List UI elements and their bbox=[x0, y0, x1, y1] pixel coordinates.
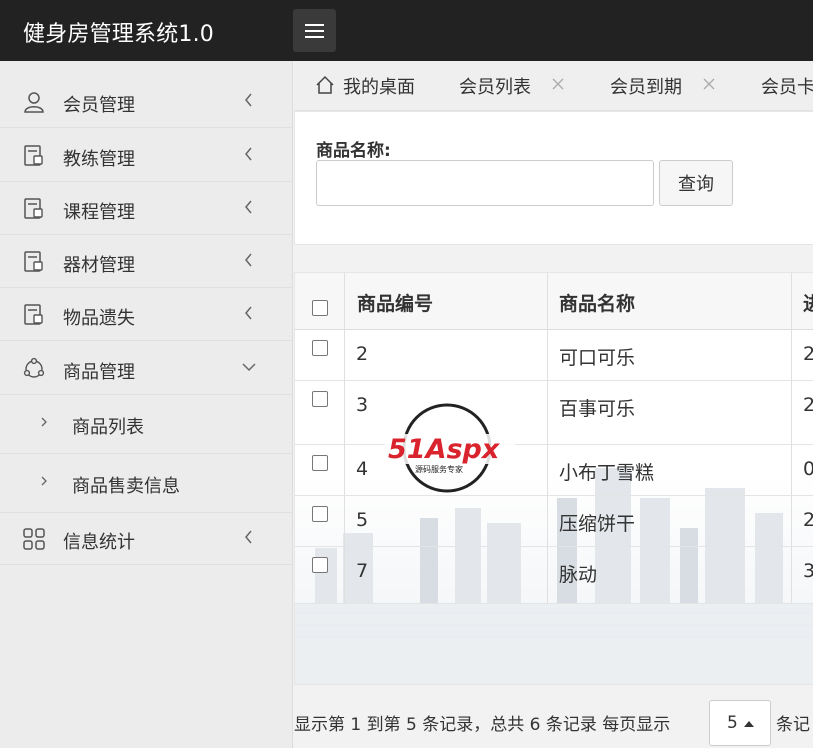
cell-product-id: 3 bbox=[356, 394, 369, 416]
cell-product-id: 2 bbox=[356, 343, 369, 365]
tab-my-desktop[interactable]: 我的桌面 bbox=[343, 73, 415, 101]
sidebar-item-statistics[interactable]: 信息统计 bbox=[0, 512, 293, 565]
cell-third: 2 bbox=[803, 343, 813, 365]
product-name-input[interactable] bbox=[316, 160, 654, 206]
sidebar-item-courses[interactable]: 课程管理 bbox=[0, 182, 293, 235]
chevron-left-icon bbox=[245, 200, 252, 214]
column-header-product-id[interactable]: 商品编号 bbox=[357, 289, 433, 316]
pagination-tail: 条记 bbox=[776, 715, 810, 735]
caret-up-icon bbox=[744, 721, 754, 727]
document-icon bbox=[24, 251, 43, 272]
home-icon bbox=[316, 75, 334, 94]
product-table-panel: 商品编号 商品名称 进 2 可口可乐 2 3 百事可乐 2 4 小布丁雪糕 0 … bbox=[294, 272, 813, 685]
cell-third: 3 bbox=[803, 560, 813, 582]
cell-product-name: 小布丁雪糕 bbox=[559, 462, 655, 484]
sidebar-item-label: 信息统计 bbox=[63, 532, 135, 553]
chevron-right-icon bbox=[41, 476, 47, 486]
table-row: 3 百事可乐 2 bbox=[295, 381, 813, 445]
cell-third: 0 bbox=[803, 458, 813, 480]
page-size-value: 5 bbox=[727, 713, 738, 733]
row-checkbox[interactable] bbox=[312, 506, 328, 522]
user-icon bbox=[24, 92, 44, 113]
row-checkbox[interactable] bbox=[312, 455, 328, 471]
chevron-left-icon bbox=[245, 306, 252, 320]
cell-product-name: 脉动 bbox=[559, 564, 598, 586]
sidebar-item-label: 教练管理 bbox=[63, 149, 135, 170]
pagination-summary: 显示第 1 到第 5 条记录，总共 6 条记录 每页显示 bbox=[294, 715, 671, 735]
cell-product-id: 5 bbox=[356, 509, 369, 531]
chevron-left-icon bbox=[245, 147, 252, 161]
table-row: 2 可口可乐 2 bbox=[295, 330, 813, 381]
watermark-logo: 51Aspx 源码服务专家 bbox=[385, 403, 515, 493]
sidebar-subitem-label: 商品列表 bbox=[72, 417, 144, 438]
hamburger-icon bbox=[305, 24, 324, 26]
document-icon bbox=[24, 145, 43, 166]
tab-member-expiry[interactable]: 会员到期 bbox=[610, 73, 682, 101]
row-checkbox[interactable] bbox=[312, 557, 328, 573]
tab-member-card[interactable]: 会员卡 bbox=[761, 73, 813, 101]
table-row: 7 脉动 3 bbox=[295, 547, 813, 604]
sidebar-subitem-label: 商品售卖信息 bbox=[72, 476, 180, 497]
page-size-select[interactable]: 5 bbox=[709, 700, 771, 746]
tab-member-list[interactable]: 会员列表 bbox=[459, 73, 531, 101]
search-label: 商品名称: bbox=[316, 141, 391, 161]
sidebar-subitem-product-list[interactable]: 商品列表 bbox=[0, 395, 293, 454]
table-row: 4 小布丁雪糕 0 bbox=[295, 445, 813, 496]
table-row: 5 压缩饼干 2 bbox=[295, 496, 813, 547]
cell-product-name: 压缩饼干 bbox=[559, 513, 636, 535]
hamburger-icon-bar bbox=[305, 30, 324, 32]
document-icon bbox=[24, 304, 43, 325]
sidebar-item-label: 器材管理 bbox=[63, 255, 135, 276]
sidebar-item-products[interactable]: 商品管理 bbox=[0, 342, 293, 395]
hamburger-menu-button[interactable] bbox=[293, 9, 336, 52]
sidebar-item-members[interactable]: 会员管理 bbox=[0, 75, 293, 128]
select-all-checkbox[interactable] bbox=[312, 300, 328, 316]
sidebar-item-coaches[interactable]: 教练管理 bbox=[0, 129, 293, 182]
search-panel: 商品名称: 查询 bbox=[294, 111, 813, 245]
sidebar-item-equipment[interactable]: 器材管理 bbox=[0, 235, 293, 288]
column-divider bbox=[344, 273, 345, 604]
sidebar-item-label: 课程管理 bbox=[63, 202, 135, 223]
column-divider bbox=[547, 273, 548, 604]
app-title: 健身房管理系统1.0 bbox=[23, 22, 214, 47]
chevron-left-icon bbox=[245, 93, 252, 107]
tab-bar: 我的桌面 会员列表 会员到期 会员卡 bbox=[294, 61, 813, 111]
sidebar-item-label: 物品遗失 bbox=[63, 308, 135, 329]
sidebar-item-lost-items[interactable]: 物品遗失 bbox=[0, 288, 293, 341]
watermark-brand: 51Aspx bbox=[388, 434, 501, 465]
watermark-tagline: 源码服务专家 bbox=[415, 464, 463, 474]
row-checkbox[interactable] bbox=[312, 391, 328, 407]
chevron-left-icon bbox=[245, 530, 252, 544]
cell-third: 2 bbox=[803, 394, 813, 416]
column-header-third[interactable]: 进 bbox=[803, 289, 813, 316]
column-header-product-name[interactable]: 商品名称 bbox=[559, 289, 635, 316]
column-divider bbox=[791, 273, 792, 604]
sidebar-subitem-product-sales[interactable]: 商品售卖信息 bbox=[0, 454, 293, 513]
chevron-down-icon bbox=[242, 363, 256, 372]
top-header: 健身房管理系统1.0 bbox=[0, 0, 813, 61]
cell-product-name: 可口可乐 bbox=[559, 347, 636, 369]
cell-product-id: 4 bbox=[356, 458, 369, 480]
grid-icon bbox=[23, 528, 45, 550]
table-header-row: 商品编号 商品名称 进 bbox=[295, 273, 813, 330]
hamburger-icon-bar bbox=[305, 36, 324, 38]
cell-third: 2 bbox=[803, 509, 813, 531]
document-icon bbox=[24, 198, 43, 219]
cell-product-name: 百事可乐 bbox=[559, 398, 636, 420]
search-button[interactable]: 查询 bbox=[659, 160, 733, 206]
share-cycle-icon bbox=[23, 357, 45, 378]
chevron-left-icon bbox=[245, 253, 252, 267]
cell-product-id: 7 bbox=[356, 560, 369, 582]
row-checkbox[interactable] bbox=[312, 340, 328, 356]
sidebar-item-label: 商品管理 bbox=[63, 362, 135, 383]
sidebar: 会员管理 教练管理 课程管理 器材管理 物品遗失 商品管理 商品列表 商品售卖信… bbox=[0, 61, 293, 748]
close-icon[interactable] bbox=[550, 76, 566, 92]
chevron-right-icon bbox=[41, 417, 47, 427]
close-icon[interactable] bbox=[701, 76, 717, 92]
sidebar-item-label: 会员管理 bbox=[63, 95, 135, 116]
